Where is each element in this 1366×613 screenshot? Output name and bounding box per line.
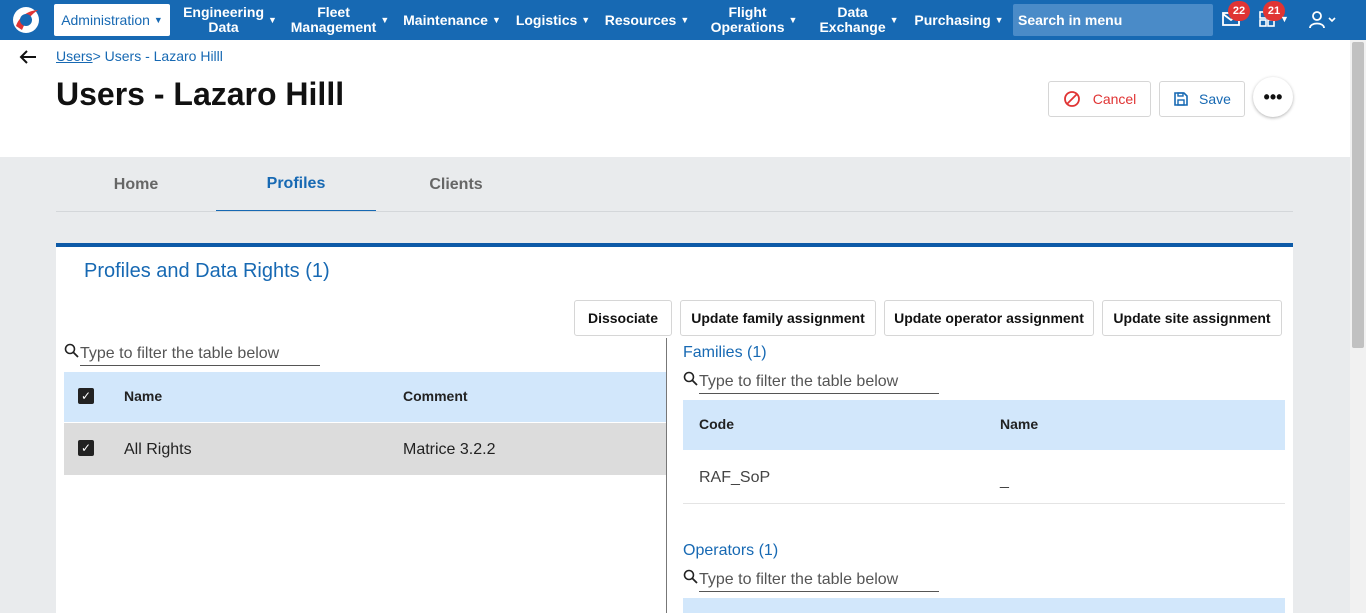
chevron-down-icon: ▼ [788, 14, 798, 25]
nav-flight-operations[interactable]: Flight Operations ▼ [708, 0, 800, 40]
column-header-name[interactable]: Name [124, 388, 162, 404]
nav-label: Fleet Management [290, 4, 377, 35]
chevron-down-icon: ▼ [994, 14, 1004, 25]
save-icon [1174, 92, 1188, 106]
chevron-down-icon: ▼ [581, 14, 591, 25]
breadcrumb: Users> Users - Lazaro Hilll [56, 48, 223, 64]
cancel-label: Cancel [1092, 91, 1137, 107]
chevron-down-icon: ▼ [1280, 14, 1289, 24]
breadcrumb-users-link[interactable]: Users [56, 48, 93, 64]
tab-divider [56, 211, 1293, 212]
user-account-icon[interactable] [1308, 10, 1336, 30]
menu-search-input[interactable]: Search in menu [1013, 4, 1213, 36]
search-icon [683, 371, 699, 387]
operators-title: Operators (1) [683, 542, 779, 559]
nav-label: Maintenance [403, 11, 488, 28]
breadcrumb-current: Users - Lazaro Hilll [104, 48, 223, 64]
column-header-comment[interactable]: Comment [403, 388, 468, 404]
families-title: Families (1) [683, 344, 767, 361]
row-checkbox[interactable]: ✓ [78, 440, 94, 456]
chevron-down-icon: ▼ [268, 14, 277, 25]
dissociate-button[interactable]: Dissociate [574, 300, 672, 336]
scrollbar-thumb[interactable] [1352, 42, 1364, 348]
nav-maintenance[interactable]: Maintenance ▼ [403, 0, 501, 40]
update-site-assignment-button[interactable]: Update site assignment [1102, 300, 1282, 336]
search-icon [64, 343, 80, 359]
panel-divider [666, 338, 667, 613]
card-title: Profiles and Data Rights (1) [84, 260, 330, 282]
column-header-name[interactable]: Name [1000, 416, 1038, 432]
update-family-assignment-button[interactable]: Update family assignment [680, 300, 876, 336]
profile-name-cell: All Rights [124, 441, 192, 458]
search-icon [683, 569, 699, 585]
nav-label: Engineering Data [183, 4, 264, 35]
mail-count-badge: 22 [1228, 1, 1250, 21]
tab-clients[interactable]: Clients [376, 157, 536, 212]
families-filter-input[interactable] [699, 370, 939, 394]
nav-data-exchange[interactable]: Data Exchange ▼ [817, 0, 901, 40]
select-all-checkbox[interactable]: ✓ [78, 388, 94, 404]
profiles-filter-input[interactable] [80, 342, 320, 366]
families-table-header [683, 400, 1285, 450]
app-logo-icon[interactable] [10, 4, 42, 36]
chevron-down-icon: ▼ [491, 14, 501, 25]
chevron-down-icon: ▼ [680, 14, 690, 25]
nav-label: Flight Operations [710, 4, 785, 35]
family-code-cell: RAF_SoP [699, 469, 771, 486]
nav-administration[interactable]: Administration ▼ [54, 4, 170, 36]
operators-filter-input[interactable] [699, 568, 939, 592]
row-divider [683, 503, 1285, 504]
page-title: Users - Lazaro Hilll [56, 76, 345, 112]
nav-administration-label: Administration [61, 12, 150, 28]
chevron-down-icon: ▼ [889, 14, 899, 25]
family-name-cell: _ [1000, 472, 1009, 489]
profile-comment-cell: Matrice 3.2.2 [403, 441, 496, 458]
more-options-button[interactable]: ••• [1253, 77, 1293, 117]
save-button[interactable]: Save [1159, 81, 1245, 117]
nav-logistics[interactable]: Logistics ▼ [515, 0, 591, 40]
nav-label: Logistics [515, 11, 578, 28]
nav-resources[interactable]: Resources ▼ [604, 0, 690, 40]
column-header-code[interactable]: Code [699, 416, 734, 432]
breadcrumb-separator: > [92, 48, 101, 64]
chevron-down-icon: ▼ [153, 15, 163, 25]
nav-fleet-management[interactable]: Fleet Management ▼ [290, 0, 390, 40]
nav-purchasing[interactable]: Purchasing ▼ [914, 0, 1004, 40]
tab-home[interactable]: Home [56, 157, 216, 212]
cancel-icon [1063, 91, 1080, 107]
cancel-button[interactable]: Cancel [1048, 81, 1151, 117]
operators-table-header [683, 598, 1285, 613]
nav-label: Data Exchange [819, 4, 886, 35]
save-label: Save [1199, 91, 1231, 107]
nav-label: Resources [604, 11, 677, 28]
nav-label: Purchasing [914, 11, 991, 28]
chevron-down-icon: ▼ [380, 14, 390, 25]
back-arrow-icon[interactable] [18, 47, 38, 67]
nav-engineering-data[interactable]: Engineering Data ▼ [183, 0, 277, 40]
update-operator-assignment-button[interactable]: Update operator assignment [884, 300, 1094, 336]
tab-profiles[interactable]: Profiles [216, 157, 376, 212]
